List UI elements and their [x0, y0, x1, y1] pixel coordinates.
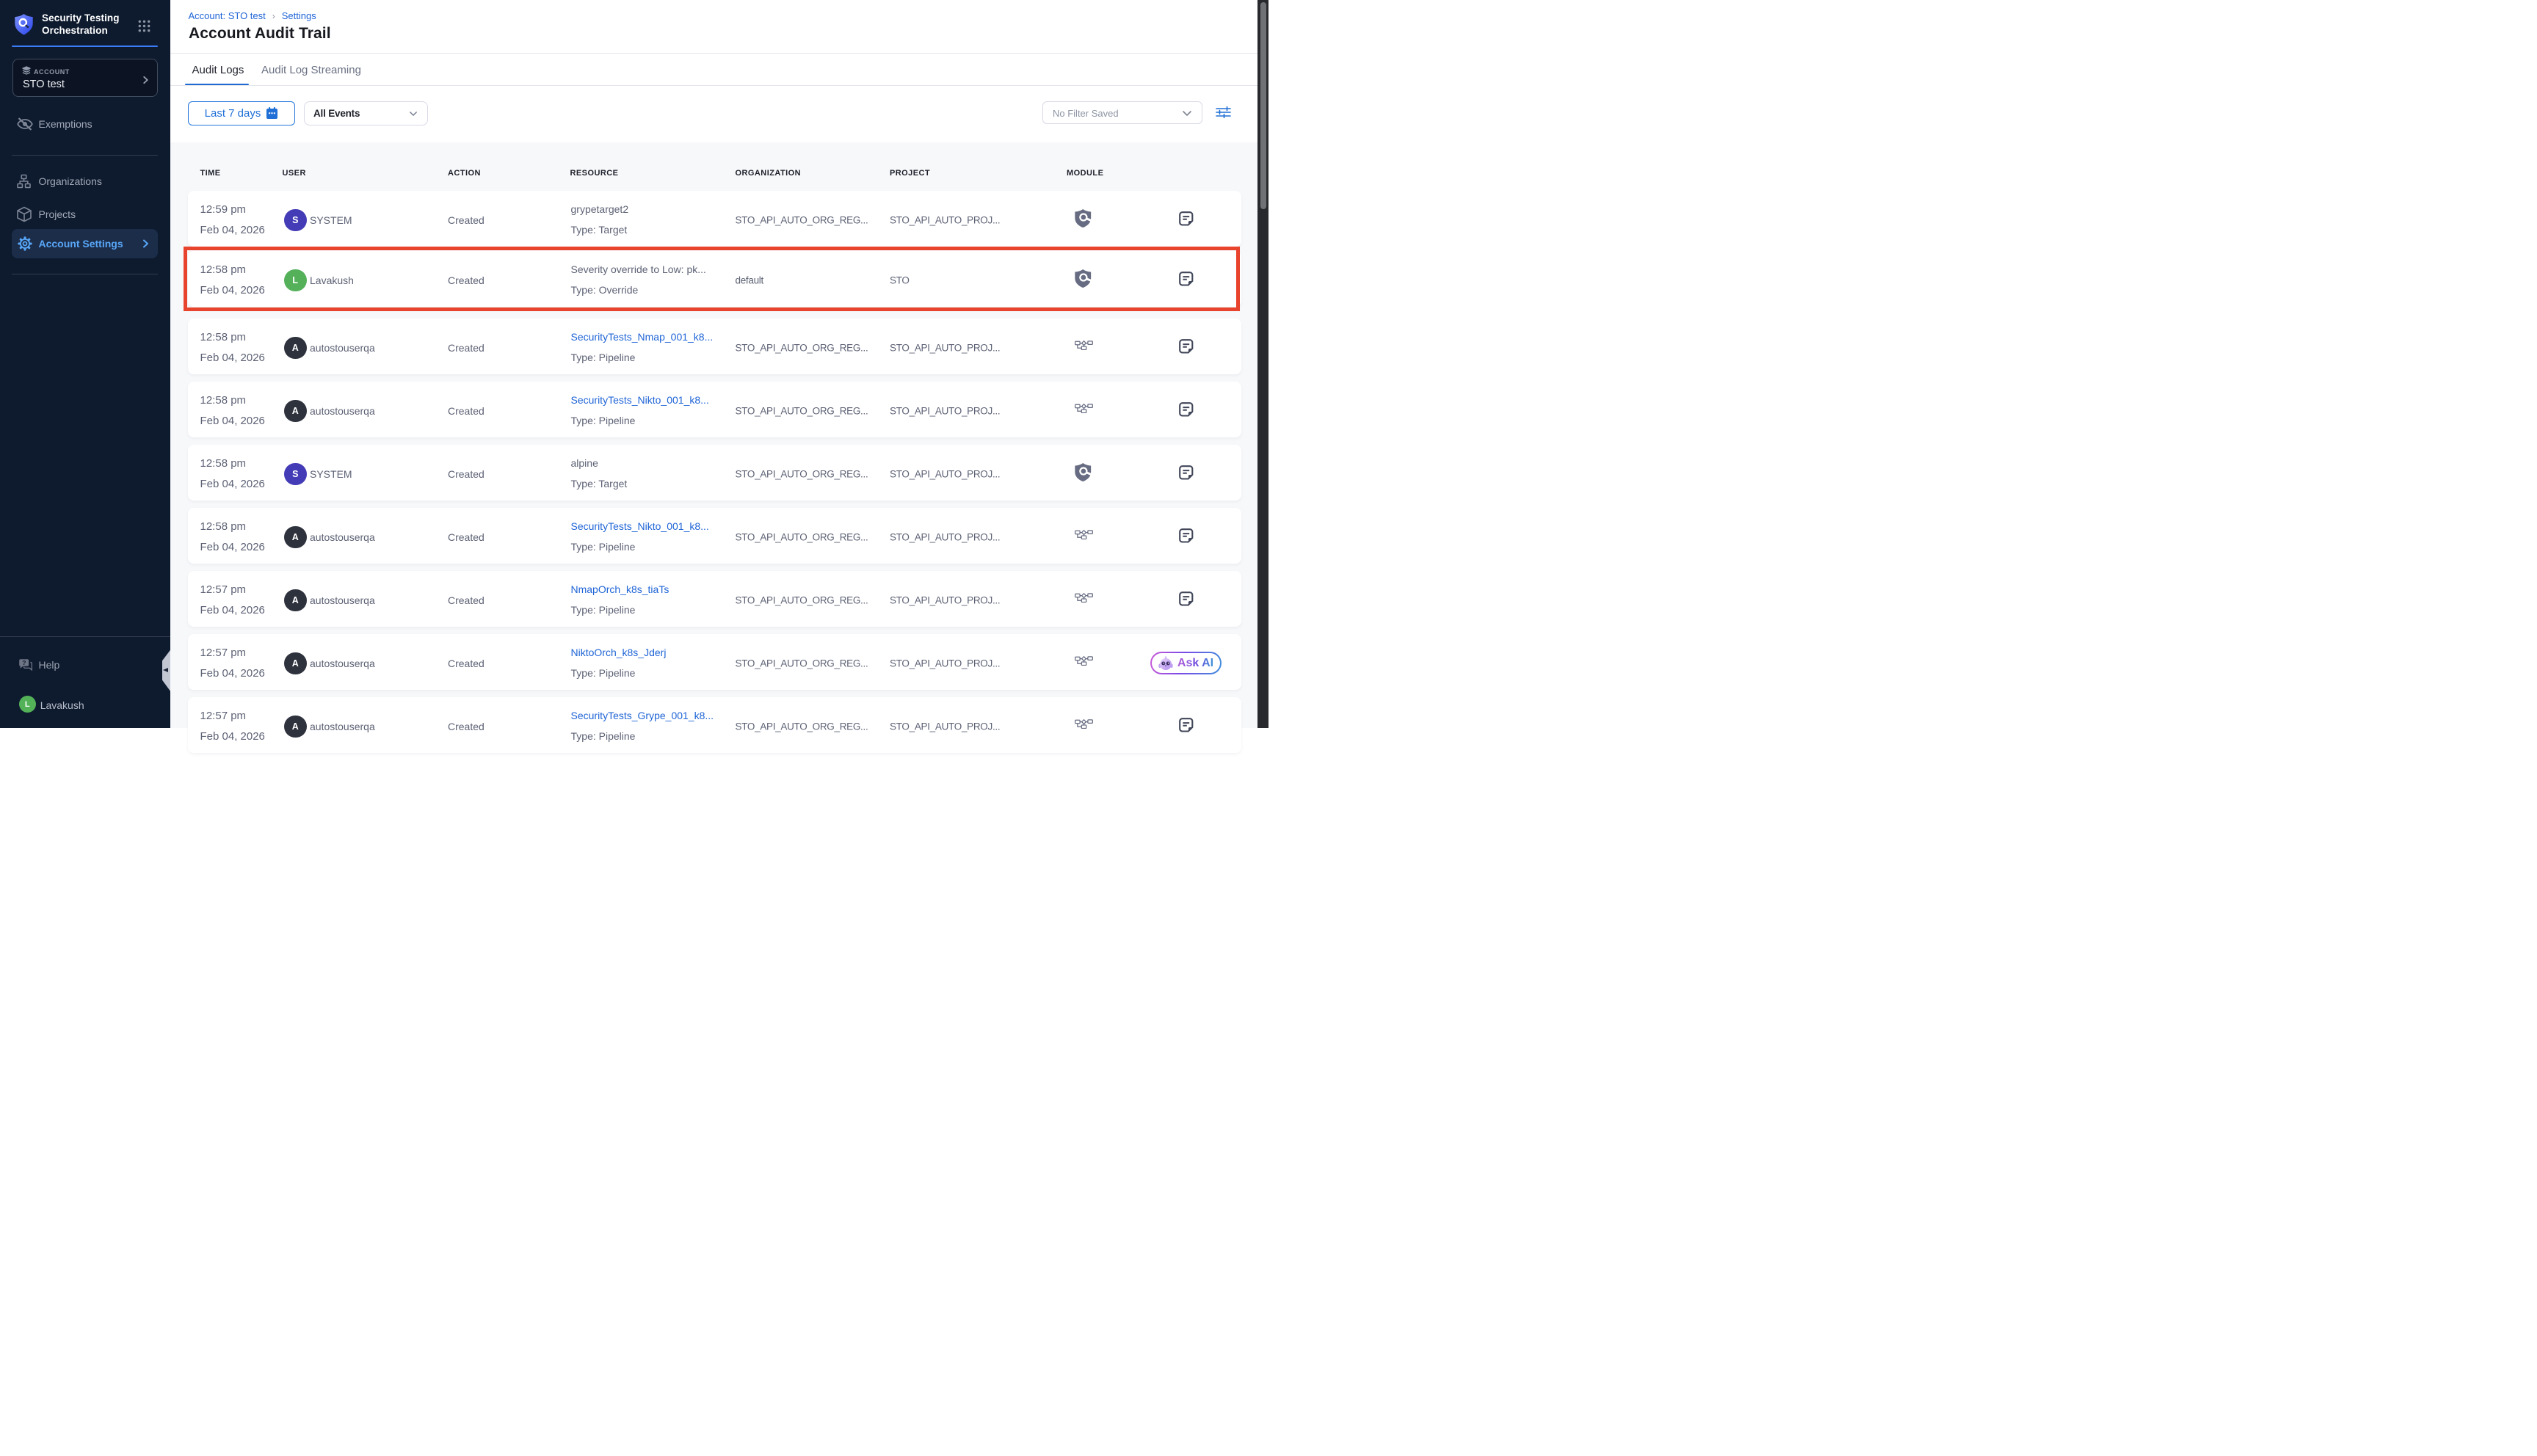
svg-text:?: ?	[22, 659, 26, 666]
